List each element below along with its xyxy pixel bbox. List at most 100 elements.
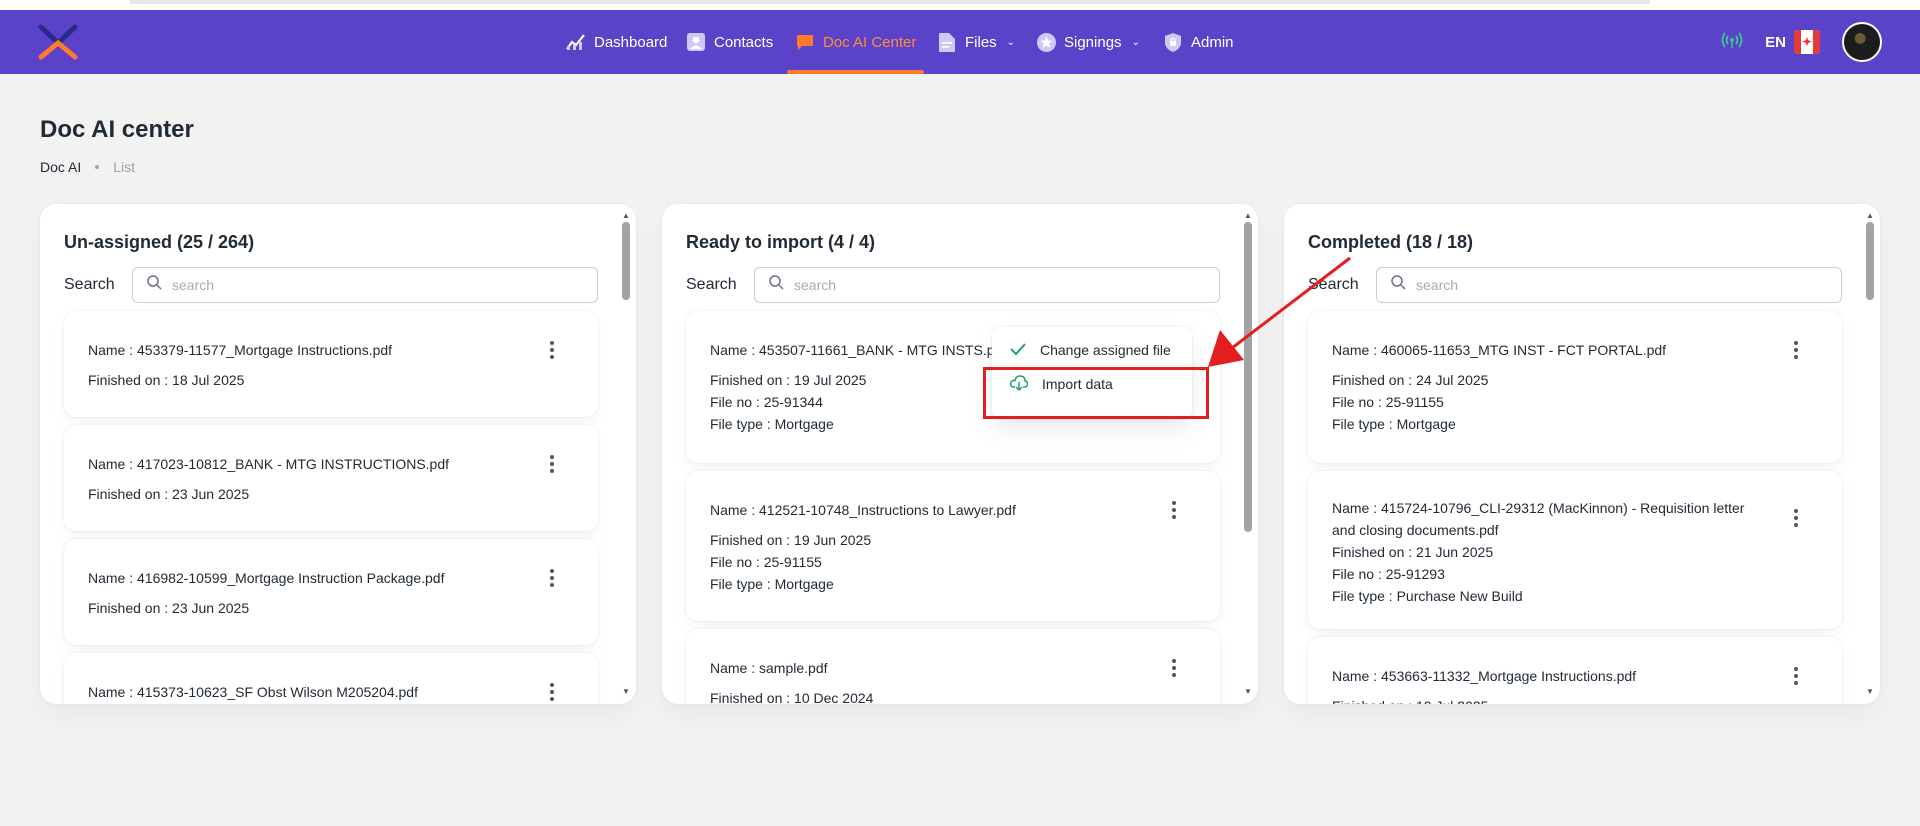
search-label: Search [64,276,115,293]
nav-files-label: Files [965,33,997,51]
search-input[interactable] [172,277,572,293]
scroll-thumb[interactable] [1866,222,1874,300]
chat-bubble-icon [795,32,815,52]
menu-item-label: Change assigned file [1040,342,1171,358]
scroll-up-icon[interactable]: ▲ [622,212,630,220]
header-tools: EN ✦ [1721,10,1882,74]
scrollbar[interactable]: ▲ ▼ [1244,212,1252,696]
scroll-down-icon[interactable]: ▼ [622,688,630,696]
scroll-up-icon[interactable]: ▲ [1244,212,1252,220]
file-card[interactable]: Name : 416982-10599_Mortgage Instruction… [64,539,598,645]
nav-dashboard[interactable]: Dashboard [566,10,667,74]
nav-admin-label: Admin [1191,33,1234,51]
finished-date: Finished on : 23 Jun 2025 [88,600,250,616]
file-number: File no : 25-91155 [1332,394,1444,410]
search-field [1376,267,1842,303]
language-code: EN [1765,33,1786,51]
nav-doc-ai-center[interactable]: Doc AI Center [787,10,925,74]
search-input[interactable] [1416,277,1816,293]
top-strip [0,0,1920,10]
check-icon [1010,342,1026,358]
nav-contacts[interactable]: Contacts [686,10,773,74]
more-vert-icon[interactable] [542,569,562,587]
file-card[interactable]: Name : sample.pdf Finished on : 10 Dec 2… [686,629,1220,704]
star-badge-icon [1036,32,1056,52]
more-vert-icon[interactable] [1786,667,1806,685]
file-type: File type : Mortgage [1332,416,1456,432]
highlight-box [983,367,1209,419]
scroll-up-icon[interactable]: ▲ [1866,212,1874,220]
finished-date: Finished on : 21 Jun 2025 [1332,544,1494,560]
nav-doc-ai-center-label: Doc AI Center [823,33,917,51]
search-field [132,267,598,303]
lock-shield-icon [1163,32,1183,52]
search-label: Search [686,276,737,293]
page-title: Doc AI center [40,116,194,143]
menu-item-change-assigned-file[interactable]: Change assigned file [992,333,1192,367]
more-vert-icon[interactable] [1786,509,1806,527]
finished-date: Finished on : 24 Jul 2025 [1332,372,1489,388]
scroll-down-icon[interactable]: ▼ [1866,688,1874,696]
chevron-down-icon: ⌄ [1006,36,1016,48]
file-name: Name : 453663-11332_Mortgage Instruction… [1332,668,1637,684]
file-card[interactable]: Name : 453379-11577_Mortgage Instruction… [64,311,598,417]
column-title: Un-assigned (25 / 264) [64,232,255,252]
finished-date: Finished on : 18 Jul 2025 [88,372,245,388]
signal-icon[interactable] [1721,31,1743,54]
breadcrumb-current: List [113,159,136,175]
scroll-thumb[interactable] [1244,222,1252,532]
more-vert-icon[interactable] [542,455,562,473]
file-card[interactable]: Name : 412521-10748_Instructions to Lawy… [686,471,1220,621]
file-type: File type : Mortgage [710,576,834,592]
breadcrumb-root[interactable]: Doc AI [40,159,81,175]
search-icon [147,275,162,295]
canada-flag-icon: ✦ [1794,30,1820,54]
scrollbar[interactable]: ▲ ▼ [622,212,630,696]
search-input[interactable] [794,277,1194,293]
column-title: Completed (18 / 18) [1308,232,1474,252]
scroll-thumb[interactable] [622,222,630,300]
nav-admin[interactable]: Admin [1163,10,1234,74]
column-completed: Completed (18 / 18) Search Name : 460065… [1284,204,1880,704]
search-field [754,267,1220,303]
address-bar-remnant [130,0,1650,4]
file-name: Name : 453379-11577_Mortgage Instruction… [88,342,393,358]
file-card[interactable]: Name : 460065-11653_MTG INST - FCT PORTA… [1308,311,1842,463]
search-icon [1391,275,1406,295]
file-name: Name : 415373-10623_SF Obst Wilson M2052… [88,684,418,700]
file-card[interactable]: Name : 453663-11332_Mortgage Instruction… [1308,637,1842,704]
column-title: Ready to import (4 / 4) [686,232,876,252]
finished-date: Finished on : 19 Jul 2025 [1332,695,1818,704]
nav-dashboard-label: Dashboard [594,33,668,51]
finished-date: Finished on : 10 Dec 2024 [710,690,874,704]
file-name: Name : 412521-10748_Instructions to Lawy… [710,502,1016,518]
scrollbar[interactable]: ▲ ▼ [1866,212,1874,696]
finished-date: Finished on : 19 Jun 2025 [710,532,872,548]
column-unassigned: Un-assigned (25 / 264) Search Name : 453… [40,204,636,704]
nav-files[interactable]: Files ⌄ [937,10,1015,74]
file-name: Name : 417023-10812_BANK - MTG INSTRUCTI… [88,456,450,472]
more-vert-icon[interactable] [1164,659,1184,677]
more-vert-icon[interactable] [1786,341,1806,359]
nav-signings-label: Signings [1064,33,1122,51]
nav-contacts-label: Contacts [714,33,774,51]
user-card-icon [686,32,706,52]
breadcrumb: Doc AI List [40,159,135,175]
file-name: Name : 416982-10599_Mortgage Instruction… [88,570,445,586]
more-vert-icon[interactable] [542,341,562,359]
search-label: Search [1308,276,1359,293]
avatar[interactable] [1842,22,1882,62]
scroll-down-icon[interactable]: ▼ [1244,688,1252,696]
chevron-down-icon: ⌄ [1131,36,1140,48]
more-vert-icon[interactable] [1164,501,1184,519]
active-tab-indicator [787,70,925,74]
file-number: File no : 25-91155 [710,554,822,570]
file-card[interactable]: Name : 415724-10796_CLI-29312 (MacKinnon… [1308,471,1842,629]
more-vert-icon[interactable] [542,683,562,701]
file-name: Name : 415724-10796_CLI-29312 (MacKinnon… [1332,500,1745,538]
nav-signings[interactable]: Signings ⌄ [1036,10,1140,74]
file-card[interactable]: Name : 415373-10623_SF Obst Wilson M2052… [64,653,598,704]
file-card[interactable]: Name : 417023-10812_BANK - MTG INSTRUCTI… [64,425,598,531]
language-selector[interactable]: EN ✦ [1765,30,1820,54]
file-number: File no : 25-91293 [1332,566,1445,582]
